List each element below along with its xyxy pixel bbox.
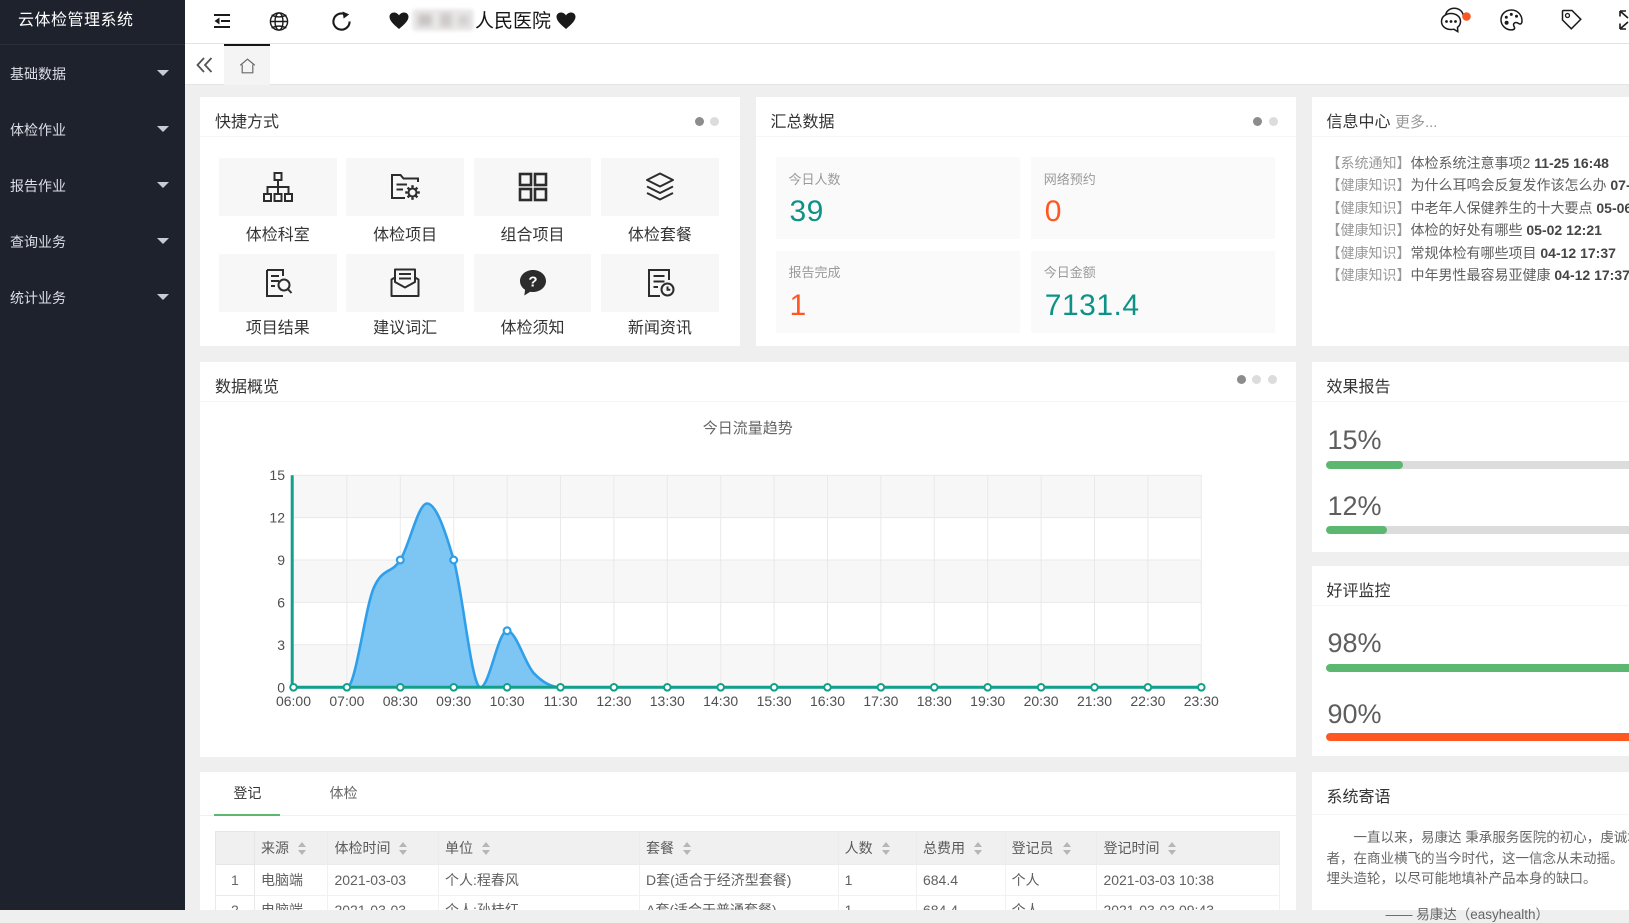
svg-text:10:30: 10:30 [490,693,525,709]
svg-text:12: 12 [269,510,285,526]
svg-text:12:30: 12:30 [596,693,631,709]
svg-text:17:30: 17:30 [863,693,898,709]
svg-text:6: 6 [277,595,285,611]
svg-text:14:30: 14:30 [703,693,738,709]
svg-text:21:30: 21:30 [1077,693,1112,709]
svg-text:?: ? [528,273,537,290]
svg-text:9: 9 [277,552,285,568]
svg-text:19:30: 19:30 [970,693,1005,709]
svg-text:06:00: 06:00 [276,693,311,709]
svg-text:11:30: 11:30 [544,693,578,709]
svg-text:20:30: 20:30 [1024,693,1059,709]
svg-text:09:30: 09:30 [436,693,471,709]
svg-text:18:30: 18:30 [917,693,952,709]
svg-text:08:30: 08:30 [383,693,418,709]
svg-text:07:00: 07:00 [329,693,364,709]
svg-text:15: 15 [269,467,285,483]
svg-text:13:30: 13:30 [650,693,685,709]
svg-text:3: 3 [277,637,285,653]
svg-text:16:30: 16:30 [810,693,845,709]
svg-text:15:30: 15:30 [757,693,792,709]
svg-text:23:30: 23:30 [1184,693,1219,709]
svg-text:22:30: 22:30 [1130,693,1165,709]
